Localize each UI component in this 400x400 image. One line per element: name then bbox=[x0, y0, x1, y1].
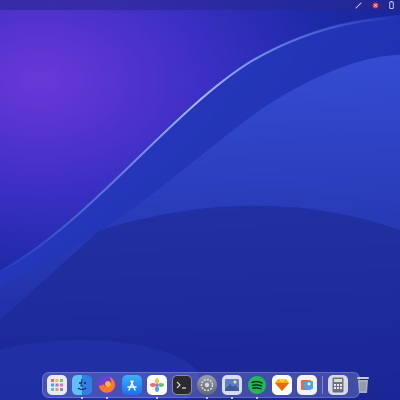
running-indicator bbox=[256, 397, 258, 399]
running-indicator bbox=[81, 397, 83, 399]
running-indicator bbox=[156, 397, 158, 399]
terminal-icon[interactable] bbox=[172, 375, 192, 395]
dock bbox=[42, 372, 369, 399]
finder-icon[interactable] bbox=[72, 375, 92, 399]
running-indicator bbox=[206, 397, 208, 399]
wifi-icon[interactable] bbox=[355, 0, 362, 14]
firefox-icon[interactable] bbox=[97, 375, 117, 399]
calculator-icon[interactable] bbox=[328, 375, 348, 395]
app-store-icon[interactable] bbox=[122, 375, 142, 395]
photos-icon[interactable] bbox=[147, 375, 167, 399]
launchpad-icon[interactable] bbox=[47, 375, 67, 395]
notification-icon[interactable] bbox=[372, 0, 379, 14]
desktop-wallpaper bbox=[0, 0, 400, 400]
spotify-icon[interactable] bbox=[247, 375, 267, 399]
preview-icon[interactable] bbox=[297, 375, 317, 395]
dock-separator bbox=[322, 376, 323, 394]
image-icon[interactable] bbox=[222, 375, 242, 399]
gear-icon[interactable] bbox=[197, 375, 217, 399]
sketch-icon[interactable] bbox=[272, 375, 292, 395]
menu-bar bbox=[0, 0, 400, 10]
running-indicator bbox=[231, 397, 233, 399]
status-area bbox=[355, 0, 394, 10]
battery-icon[interactable] bbox=[389, 0, 394, 14]
running-indicator bbox=[106, 397, 108, 399]
trash-icon[interactable] bbox=[353, 375, 373, 395]
